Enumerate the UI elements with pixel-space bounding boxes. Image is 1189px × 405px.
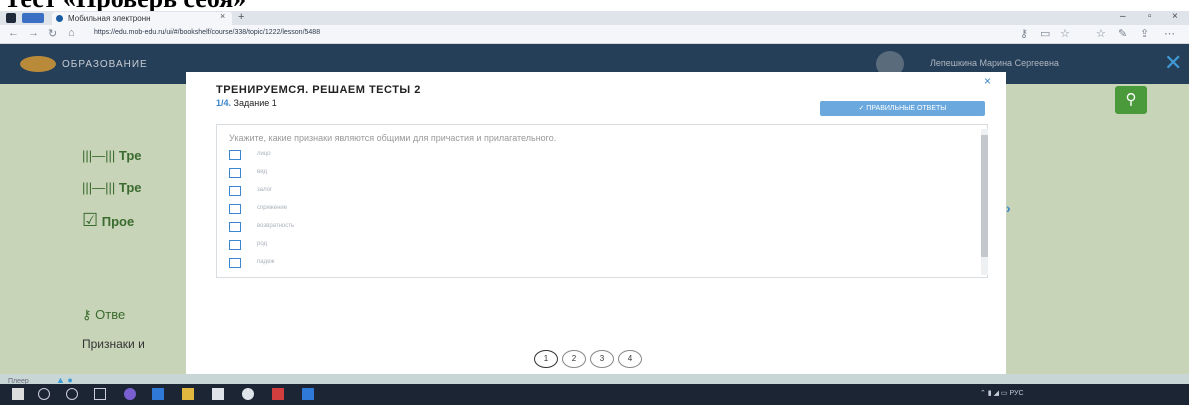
back-button[interactable]: ←	[8, 27, 19, 39]
page-button-1[interactable]: 1	[534, 350, 558, 368]
system-tray[interactable]: ⌃ ▮ ◢ ▭ РУС	[980, 389, 1024, 397]
option-checkbox[interactable]	[229, 150, 241, 160]
browser-tab-bar: Мобильная электронн × + – ▫ ×	[0, 11, 1189, 25]
option-label: падеж	[257, 259, 275, 265]
option-checkbox[interactable]	[229, 186, 241, 196]
search-icon[interactable]	[38, 388, 50, 400]
option-checkbox[interactable]	[229, 258, 241, 268]
checkbox-check-icon: ☑	[82, 210, 99, 230]
correct-answers-button[interactable]: ✓ ПРАВИЛЬНЫЕ ОТВЕТЫ	[820, 101, 985, 116]
answer-option[interactable]: залог	[229, 185, 529, 199]
sidebar-item-label: Тре	[118, 148, 142, 163]
task-header: 1/4. Задание 1	[216, 98, 277, 108]
home-button[interactable]: ⌂	[68, 27, 75, 39]
share-icon[interactable]: ⇪	[1140, 27, 1149, 40]
sidebar-item-label: Тре	[118, 180, 142, 195]
favorite-star-icon[interactable]: ☆	[1060, 27, 1070, 40]
reload-button[interactable]: ↻	[48, 27, 57, 40]
tab-group-icon[interactable]	[22, 13, 44, 23]
option-label: возвратность	[257, 223, 295, 229]
option-label: лицо	[257, 151, 271, 157]
option-checkbox[interactable]	[229, 222, 241, 232]
site-favicon-icon	[56, 15, 63, 22]
answer-option[interactable]: падеж	[229, 257, 529, 271]
page-button-2[interactable]: 2	[562, 350, 586, 368]
minimize-button[interactable]: –	[1120, 11, 1126, 22]
url-field[interactable]: https://edu.mob-edu.ru/ui/#/bookshelf/co…	[94, 29, 320, 36]
option-checkbox[interactable]	[229, 240, 241, 250]
logo-text[interactable]: ОБРАЗОВАНИЕ	[62, 59, 148, 70]
modal-close-icon[interactable]: ×	[984, 74, 991, 88]
answer-option[interactable]: лицо	[229, 149, 529, 163]
file-explorer-icon[interactable]	[182, 388, 194, 400]
option-label: род	[257, 241, 268, 247]
page-button-4[interactable]: 4	[618, 350, 642, 368]
forward-button[interactable]: →	[28, 27, 39, 39]
key-icon: ⚷	[82, 307, 96, 322]
start-windows-icon[interactable]	[12, 388, 24, 400]
sidebar-item-train-2[interactable]: |||—||| Тре	[82, 180, 142, 195]
reading-view-icon[interactable]: ▭	[1040, 27, 1050, 40]
close-window-button[interactable]: ×	[1172, 11, 1178, 22]
maximize-button[interactable]: ▫	[1148, 11, 1152, 22]
tab-title: Мобильная электронн	[68, 14, 151, 23]
dumbbell-icon: |||—|||	[82, 148, 116, 163]
logo-emblem-icon	[20, 56, 56, 72]
answer-label: Отве	[95, 307, 126, 322]
test-modal: × ТРЕНИРУЕМСЯ. РЕШАЕМ ТЕСТЫ 2 1/4. Задан…	[186, 72, 1006, 374]
taskbar: ⌃ ▮ ◢ ▭ РУС	[0, 384, 1189, 405]
tab-actions-icon[interactable]	[6, 13, 16, 23]
option-checkbox[interactable]	[229, 204, 241, 214]
question-text: Укажите, какие признаки являются общими …	[229, 133, 557, 143]
task-label: Задание 1	[233, 98, 277, 108]
mail-icon[interactable]	[242, 388, 254, 400]
sidebar-item-check[interactable]: ☑ Прое	[82, 210, 134, 231]
sidebar-item-label: Прое	[101, 214, 135, 229]
task-progress: 1/4.	[216, 98, 232, 108]
modal-title: ТРЕНИРУЕМСЯ. РЕШАЕМ ТЕСТЫ 2	[216, 84, 421, 96]
heading-text: Тест «Проверь себя»	[4, 0, 246, 11]
tab-active[interactable]: Мобильная электронн	[52, 12, 232, 25]
scrollbar[interactable]	[981, 129, 988, 275]
answer-option[interactable]: род	[229, 239, 529, 253]
app-blue-icon[interactable]	[302, 388, 314, 400]
answer-option[interactable]: вид	[229, 167, 529, 181]
favorites-hub-icon[interactable]: ☆	[1096, 27, 1106, 40]
tab-close-icon[interactable]: ×	[220, 11, 225, 21]
option-label: вид	[257, 169, 268, 175]
scroll-thumb[interactable]	[981, 135, 988, 257]
option-checkbox[interactable]	[229, 168, 241, 178]
cortana-icon[interactable]	[66, 388, 78, 400]
key-icon[interactable]: ⚷	[1020, 27, 1028, 40]
edge-browser-icon[interactable]	[152, 388, 164, 400]
close-icon[interactable]: ✕	[1164, 50, 1182, 76]
address-bar-row: ← → ↻ ⌂ https://edu.mob-edu.ru/ui/#/book…	[0, 25, 1189, 44]
user-name[interactable]: Лепешкина Марина Сергеевна	[930, 58, 1059, 68]
answer-option[interactable]: возвратность	[229, 221, 529, 235]
page-heading: Тест «Проверь себя»	[0, 0, 1189, 11]
app-icon[interactable]	[124, 388, 136, 400]
next-task-arrow[interactable]: ›	[1006, 200, 1011, 216]
more-icon[interactable]: ⋯	[1164, 27, 1175, 40]
new-tab-button[interactable]: +	[238, 11, 244, 23]
question-box: Укажите, какие признаки являются общими …	[216, 124, 988, 278]
option-label: спряжение	[257, 205, 288, 211]
search-icon: ⚲	[1125, 91, 1137, 108]
page-button-3[interactable]: 3	[590, 350, 614, 368]
option-label: залог	[257, 187, 273, 193]
sidebar-item-train-1[interactable]: |||—||| Тре	[82, 148, 142, 163]
pen-icon[interactable]: ✎	[1118, 27, 1127, 40]
answer-section[interactable]: ⚷ Отве	[82, 307, 125, 323]
search-button[interactable]: ⚲	[1115, 86, 1147, 114]
app-red-icon[interactable]	[272, 388, 284, 400]
store-icon[interactable]	[212, 388, 224, 400]
answer-option[interactable]: спряжение	[229, 203, 529, 217]
dumbbell-icon: |||—|||	[82, 180, 116, 195]
task-view-icon[interactable]	[94, 388, 106, 400]
answer-text: Признаки и	[82, 337, 145, 351]
